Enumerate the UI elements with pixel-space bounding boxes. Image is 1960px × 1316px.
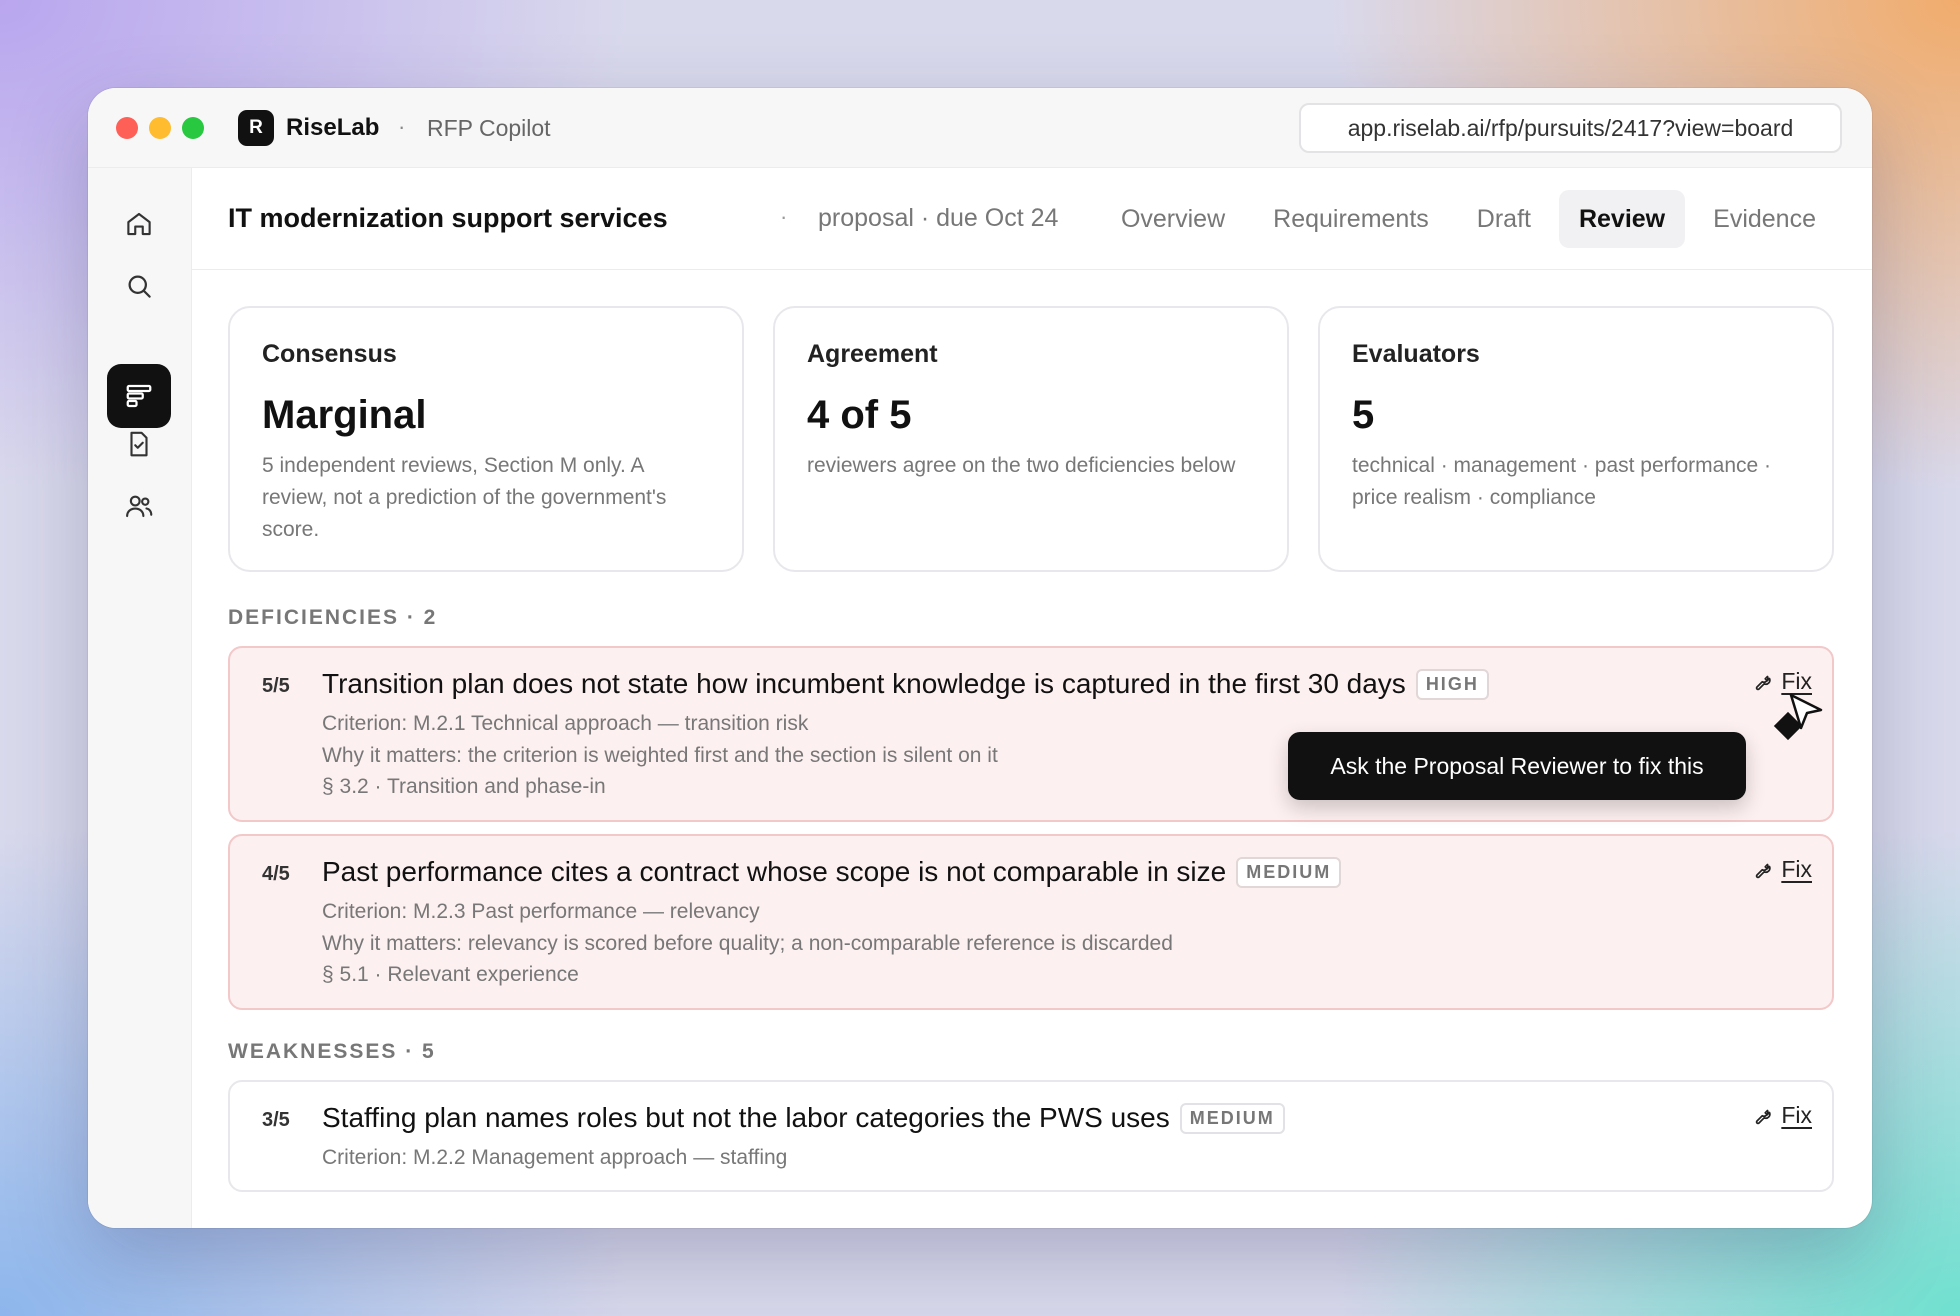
severity-badge: MEDIUM [1179,1102,1285,1134]
weaknesses-heading: WEAKNESSES · 5 [228,1040,436,1063]
issue-title-text: Transition plan does not state how incum… [322,668,1406,699]
tab-draft[interactable]: Draft [1457,190,1551,248]
page-title: IT modernization support services [228,203,668,233]
issue-why: Why it matters: the criterion is weighte… [322,744,998,767]
tab-overview[interactable]: Overview [1101,190,1245,248]
wrench-icon [1756,1109,1772,1124]
card-description: 5 independent reviews, Section M only. A… [262,454,667,541]
issue-title-text: Staffing plan names roles but not the la… [322,1102,1170,1133]
issue-why: Why it matters: relevancy is scored befo… [322,932,1173,955]
card-description: technical · management · past performanc… [1352,454,1772,509]
severity-badge: HIGH [1415,668,1489,700]
users-icon [126,495,153,518]
close-window-button[interactable] [116,117,138,139]
sidebar-item-home[interactable] [107,192,171,256]
search-icon [128,275,151,298]
agreement-score: 5/5 [262,675,290,697]
fix-label: Fix [1781,668,1812,694]
card-label: Agreement [807,340,938,368]
deficiencies-heading: DEFICIENCIES · 2 [228,606,438,629]
sidebar-item-documents[interactable] [107,412,171,476]
card-label: Consensus [262,340,397,368]
fix-button[interactable]: Fix [1753,668,1812,695]
card-value: Marginal [262,393,427,437]
issue-section-link[interactable]: § 5.1 · Relevant experience [322,963,579,987]
tab-review[interactable]: Review [1558,190,1686,248]
issue-title: Past performance cites a contract whose … [322,856,1342,888]
issue-criterion: Criterion: M.2.1 Technical approach — tr… [322,712,809,735]
app-name: RFP Copilot [427,115,551,141]
weakness-item: 3/5 Staffing plan names roles but not th… [228,1080,1834,1192]
issue-criterion: Criterion: M.2.3 Past performance — rele… [322,900,760,923]
issue-criterion: Criterion: M.2.2 Management approach — s… [322,1146,788,1169]
deficiency-item: 4/5 Past performance cites a contract wh… [228,834,1834,1010]
maximize-window-button[interactable] [182,117,204,139]
fix-label: Fix [1781,1102,1812,1128]
sidebar [88,168,192,1228]
severity-badge: MEDIUM [1236,856,1342,888]
brand-name: RiseLab [286,114,380,141]
issue-title-text: Past performance cites a contract whose … [322,856,1227,887]
wrench-icon [1756,675,1772,690]
brand-logo: R [238,110,274,146]
fix-button[interactable]: Fix [1753,856,1812,883]
card-value: 4 of 5 [807,393,912,437]
fix-tooltip: Ask the Proposal Reviewer to fix this [1288,732,1746,800]
page-header: IT modernization support services · prop… [192,168,1872,270]
issue-title: Transition plan does not state how incum… [322,668,1489,700]
sidebar-item-search[interactable] [107,254,171,318]
home-icon [127,212,151,236]
consensus-card: Consensus Marginal 5 independent reviews… [228,306,744,572]
wrench-icon [1756,863,1772,878]
board-icon [126,384,152,408]
card-description: reviewers agree on the two deficiencies … [807,454,1236,477]
tab-evidence[interactable]: Evidence [1693,190,1836,248]
card-label: Evaluators [1352,340,1480,368]
brand-separator: · [398,114,406,139]
fix-button[interactable]: Fix [1753,1102,1812,1129]
page-subtitle: proposal · due Oct 24 [818,204,1059,232]
agreement-card: Agreement 4 of 5 reviewers agree on the … [773,306,1289,572]
fix-label: Fix [1781,856,1812,882]
issue-section-link[interactable]: § 3.2 · Transition and phase-in [322,775,606,799]
issue-title: Staffing plan names roles but not the la… [322,1102,1285,1134]
title-separator: · [780,204,788,229]
agreement-score: 3/5 [262,1109,290,1131]
card-value: 5 [1352,393,1375,437]
url-bar[interactable]: app.riselab.ai/rfp/pursuits/2417?view=bo… [1299,103,1842,153]
document-check-icon [130,431,148,457]
tab-bar: Overview Requirements Draft Review Evide… [1101,190,1836,248]
cursor-icon [1789,693,1823,730]
sidebar-item-team[interactable] [107,474,171,538]
title-bar: R RiseLab · RFP Copilot app.riselab.ai/r… [88,88,1872,168]
agreement-score: 4/5 [262,863,290,885]
minimize-window-button[interactable] [149,117,171,139]
app-window: R RiseLab · RFP Copilot app.riselab.ai/r… [88,88,1872,1228]
evaluators-card: Evaluators 5 technical · management · pa… [1318,306,1834,572]
tab-requirements[interactable]: Requirements [1253,190,1449,248]
